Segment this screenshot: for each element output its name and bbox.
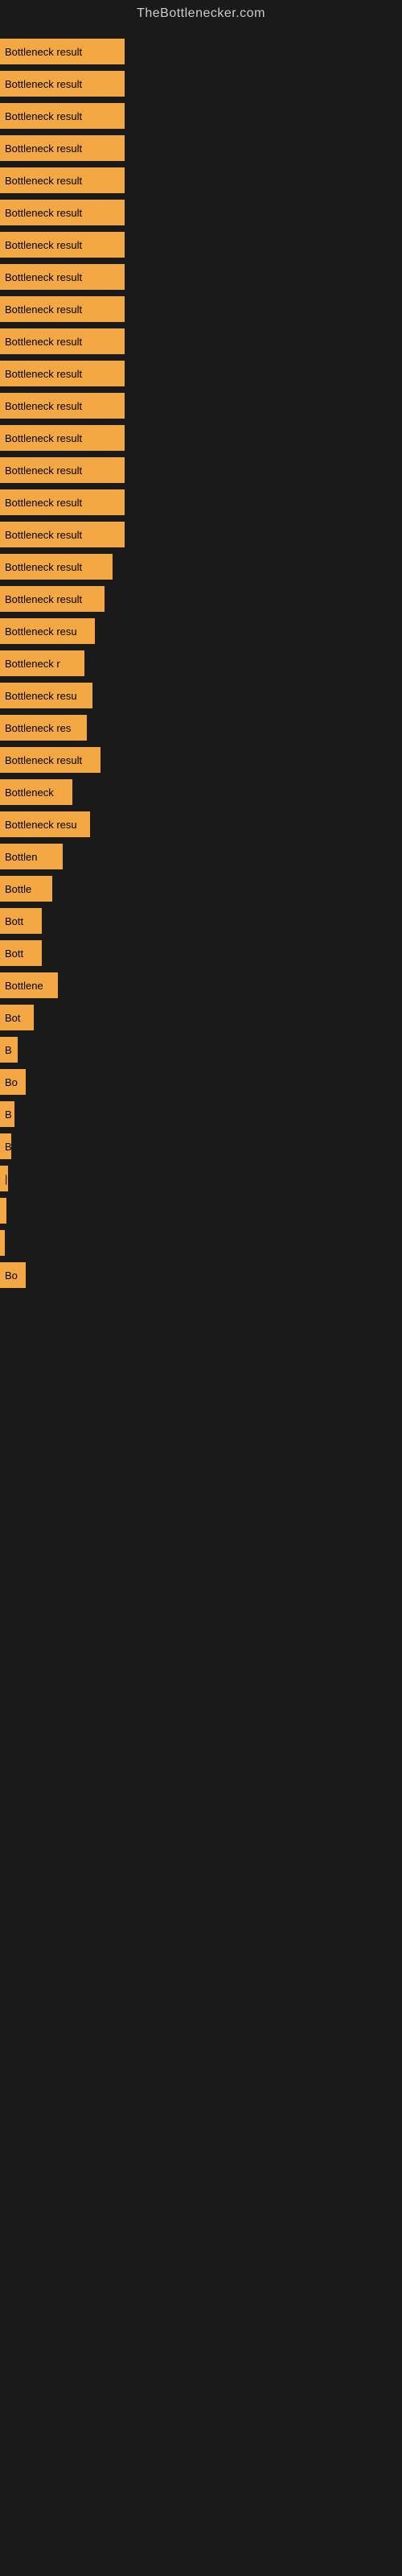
bottleneck-bar: Bottleneck resu <box>0 811 90 837</box>
bar-row: Bottleneck resu <box>0 679 402 712</box>
bottleneck-bar: Bottleneck result <box>0 425 125 451</box>
bottleneck-bar: Bottleneck result <box>0 103 125 129</box>
bottleneck-bar: Bottleneck result <box>0 361 125 386</box>
bottleneck-bar <box>0 1230 5 1256</box>
bar-row: Bottleneck result <box>0 454 402 486</box>
bar-row: Bottleneck result <box>0 132 402 164</box>
bar-row: Bottleneck result <box>0 261 402 293</box>
bottleneck-bar: Bo <box>0 1069 26 1095</box>
bottleneck-bar: Bottleneck result <box>0 328 125 354</box>
bar-row: Bottleneck result <box>0 68 402 100</box>
bottleneck-bar: B <box>0 1037 18 1063</box>
bottleneck-bar: | <box>0 1166 8 1191</box>
bar-row: Bottleneck result <box>0 35 402 68</box>
bar-row: Bottleneck result <box>0 293 402 325</box>
bar-row: | <box>0 1162 402 1195</box>
bottleneck-bar: Bottleneck result <box>0 747 100 773</box>
bar-row: B <box>0 1034 402 1066</box>
bottleneck-bar: Bottle <box>0 876 52 902</box>
bar-row: Bottleneck result <box>0 325 402 357</box>
bar-row: Bottleneck result <box>0 390 402 422</box>
bottleneck-bar: B <box>0 1101 14 1127</box>
bar-row: Bo <box>0 1066 402 1098</box>
bar-row: Bottle <box>0 873 402 905</box>
bottleneck-bar: Bottleneck result <box>0 135 125 161</box>
bar-row <box>0 1195 402 1227</box>
bottleneck-bar: Bottlene <box>0 972 58 998</box>
bottleneck-bar: Bottleneck result <box>0 489 125 515</box>
site-title: TheBottlenecker.com <box>0 0 402 27</box>
bottleneck-bar: Bottlen <box>0 844 63 869</box>
bottleneck-bar: Bo <box>0 1262 26 1288</box>
bottleneck-bar: Bottleneck result <box>0 39 125 64</box>
bottleneck-bar: Bottleneck <box>0 779 72 805</box>
bottleneck-bar: Bottleneck result <box>0 457 125 483</box>
bar-row: Bottleneck res <box>0 712 402 744</box>
bar-row: Bottleneck r <box>0 647 402 679</box>
bar-row: Bottleneck result <box>0 100 402 132</box>
bar-row: Bottleneck result <box>0 164 402 196</box>
bar-row: Bottleneck result <box>0 518 402 551</box>
bar-row: Bottleneck result <box>0 551 402 583</box>
bar-row: Bott <box>0 905 402 937</box>
bottleneck-bar: Bottleneck result <box>0 296 125 322</box>
bar-row: Bot <box>0 1001 402 1034</box>
bar-row <box>0 1227 402 1259</box>
bar-row: Bottleneck resu <box>0 808 402 840</box>
bar-row: Bottleneck result <box>0 196 402 229</box>
bar-row: Bottlen <box>0 840 402 873</box>
bottleneck-bar: Bottleneck resu <box>0 683 92 708</box>
bottleneck-bar: Bottleneck result <box>0 393 125 419</box>
bar-row: B <box>0 1130 402 1162</box>
bar-row: Bott <box>0 937 402 969</box>
bar-row: Bottleneck result <box>0 422 402 454</box>
bar-row: Bo <box>0 1259 402 1291</box>
bar-row: Bottleneck <box>0 776 402 808</box>
bottleneck-bar: Bottleneck res <box>0 715 87 741</box>
bottleneck-bar: B <box>0 1133 11 1159</box>
bottleneck-bar <box>0 1198 6 1224</box>
bottleneck-bar: Bottleneck result <box>0 522 125 547</box>
bar-row: Bottleneck result <box>0 744 402 776</box>
bottleneck-bar: Bottleneck result <box>0 71 125 97</box>
bottleneck-bar: Bottleneck result <box>0 167 125 193</box>
bottleneck-bar: Bottleneck r <box>0 650 84 676</box>
bottleneck-bar: Bott <box>0 908 42 934</box>
bars-container: Bottleneck result Bottleneck result Bottle… <box>0 27 402 1299</box>
bottleneck-bar: Bottleneck result <box>0 554 113 580</box>
bottleneck-bar: Bottleneck result <box>0 264 125 290</box>
bar-row: Bottleneck result <box>0 486 402 518</box>
bottleneck-bar: Bott <box>0 940 42 966</box>
bar-row: B <box>0 1098 402 1130</box>
bar-row: Bottleneck result <box>0 357 402 390</box>
bar-row: Bottleneck result <box>0 229 402 261</box>
bar-row: Bottlene <box>0 969 402 1001</box>
bottleneck-bar: Bottleneck result <box>0 586 105 612</box>
bottleneck-bar: Bottleneck result <box>0 200 125 225</box>
bottleneck-bar: Bot <box>0 1005 34 1030</box>
bar-row: Bottleneck result <box>0 583 402 615</box>
bottleneck-bar: Bottleneck result <box>0 232 125 258</box>
bottleneck-bar: Bottleneck resu <box>0 618 95 644</box>
bar-row: Bottleneck resu <box>0 615 402 647</box>
